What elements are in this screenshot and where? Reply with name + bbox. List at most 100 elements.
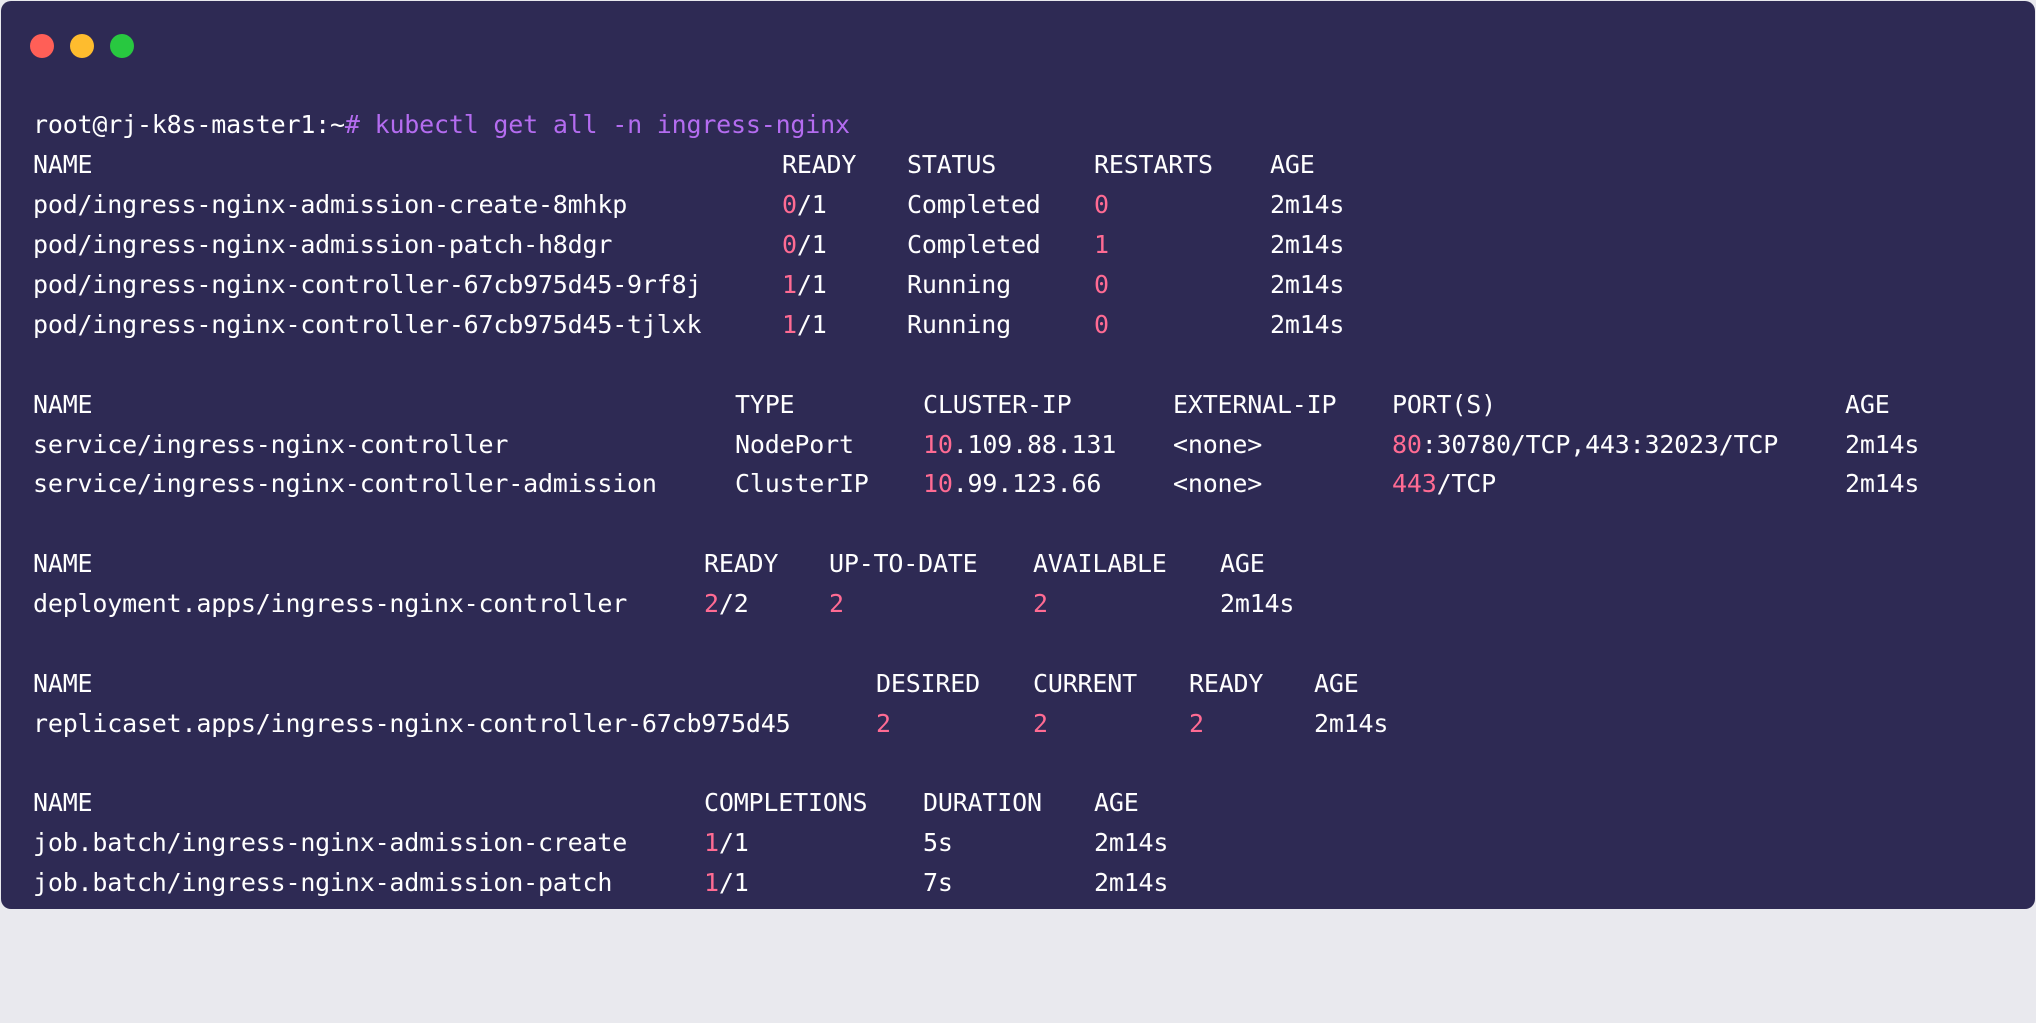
- service-type-text: ClusterIP: [735, 469, 869, 498]
- terminal-output: root@rj-k8s-master1:~# kubectl get all -…: [33, 105, 1919, 917]
- replicaset-ready-highlight: 2: [1189, 709, 1204, 738]
- job-completions-text: /1: [718, 828, 749, 857]
- col-header: AGE: [1094, 788, 1139, 817]
- job-name: job.batch/ingress-nginx-admission-create: [33, 823, 627, 863]
- job-age: 2m14s: [1094, 823, 1168, 863]
- col-header: NAME: [33, 669, 93, 698]
- pod-ready: 1/1: [782, 305, 827, 345]
- pod-status-text: Completed: [907, 230, 1041, 259]
- col-header: DURATION: [923, 788, 1042, 817]
- service-cluster-ip-highlight: 10: [923, 469, 953, 498]
- pod-ready-text: /1: [796, 190, 827, 219]
- pod-status-text: Completed: [907, 190, 1041, 219]
- deployment-available-highlight: 2: [1033, 589, 1048, 618]
- pod-name: pod/ingress-nginx-admission-patch-h8dgr: [33, 225, 612, 265]
- close-button[interactable]: [30, 34, 54, 58]
- job-completions-highlight: 1: [704, 828, 719, 857]
- service-age-text: 2m14s: [1845, 430, 1920, 459]
- col-header: TYPE: [735, 390, 795, 419]
- deployment-available: 2: [1033, 584, 1048, 624]
- col-header: RESTARTS: [1094, 150, 1213, 179]
- pod-ready: 1/1: [782, 265, 827, 305]
- col-header: DESIRED: [876, 669, 980, 698]
- job-age-text: 2m14s: [1094, 828, 1169, 857]
- pod-name-text: pod/ingress-nginx-admission-create-8mhkp: [33, 190, 628, 219]
- job-age-text: 2m14s: [1094, 868, 1169, 897]
- deployment-age: 2m14s: [1220, 584, 1294, 624]
- pod-restarts: 0: [1094, 265, 1109, 305]
- job-name: job.batch/ingress-nginx-admission-patch: [33, 863, 612, 903]
- service-name-text: service/ingress-nginx-controller-admissi…: [33, 469, 657, 498]
- pod-restarts: 0: [1094, 305, 1109, 345]
- job-completions-highlight: 1: [704, 868, 719, 897]
- pod-restarts: 1: [1094, 225, 1109, 265]
- prompt-symbol: #: [344, 110, 360, 139]
- service-external-ip-text: <none>: [1173, 430, 1263, 459]
- command-text: kubectl get all -n ingress-nginx: [359, 110, 850, 139]
- service-age-text: 2m14s: [1845, 469, 1920, 498]
- job-age: 2m14s: [1094, 863, 1168, 903]
- pod-name-text: pod/ingress-nginx-controller-67cb975d45-…: [33, 270, 702, 299]
- pod-status: Running: [907, 305, 1011, 345]
- col-header: NAME: [33, 549, 93, 578]
- minimize-button[interactable]: [70, 34, 94, 58]
- pod-restarts: 0: [1094, 185, 1109, 225]
- job-completions-text: /1: [718, 868, 749, 897]
- deployment-ready-text: /2: [718, 589, 749, 618]
- job-duration-text: 5s: [923, 828, 953, 857]
- service-cluster-ip-highlight: 10: [923, 430, 953, 459]
- pods-header: NAME READY STATUS RESTARTS AGE: [33, 145, 1315, 185]
- service-type-text: NodePort: [735, 430, 854, 459]
- replicaset-ready: 2: [1189, 704, 1204, 744]
- deployment-name: deployment.apps/ingress-nginx-controller: [33, 584, 627, 624]
- service-cluster-ip-text: .99.123.66: [952, 469, 1102, 498]
- pod-age: 2m14s: [1270, 225, 1344, 265]
- service-external-ip: <none>: [1173, 425, 1262, 465]
- replicaset-age: 2m14s: [1314, 704, 1388, 744]
- prompt-user-host: root@rj-k8s-master1:~: [33, 110, 345, 139]
- pod-age: 2m14s: [1270, 185, 1344, 225]
- service-type: NodePort: [735, 425, 854, 465]
- job-name-text: job.batch/ingress-nginx-admission-patch: [33, 868, 613, 897]
- maximize-button[interactable]: [110, 34, 134, 58]
- pod-restarts-highlight: 1: [1094, 230, 1109, 259]
- col-header: CURRENT: [1033, 669, 1137, 698]
- pod-ready-highlight: 0: [782, 230, 797, 259]
- col-header: STATUS: [907, 150, 997, 179]
- col-header: READY: [1189, 669, 1264, 698]
- replicaset-name: replicaset.apps/ingress-nginx-controller…: [33, 704, 791, 744]
- pod-age-text: 2m14s: [1270, 270, 1345, 299]
- pod-restarts-highlight: 0: [1094, 310, 1109, 339]
- col-header: AGE: [1845, 390, 1890, 419]
- pod-name: pod/ingress-nginx-controller-67cb975d45-…: [33, 305, 702, 345]
- col-header: AGE: [1220, 549, 1265, 578]
- col-header: UP-TO-DATE: [829, 549, 978, 578]
- pod-ready-highlight: 1: [782, 270, 797, 299]
- pod-ready-text: /1: [796, 270, 827, 299]
- pod-status: Completed: [907, 185, 1041, 225]
- deployment-name-text: deployment.apps/ingress-nginx-controller: [33, 589, 628, 618]
- deployments-header: NAME READY UP-TO-DATE AVAILABLE AGE: [33, 544, 1265, 584]
- window-controls: [30, 34, 134, 58]
- service-ports-text: /TCP: [1436, 469, 1497, 498]
- col-header: AVAILABLE: [1033, 549, 1167, 578]
- service-name: service/ingress-nginx-controller-admissi…: [33, 464, 657, 504]
- service-external-ip-text: <none>: [1173, 469, 1263, 498]
- col-header: COMPLETIONS: [704, 788, 868, 817]
- pod-age: 2m14s: [1270, 305, 1344, 345]
- col-header: EXTERNAL-IP: [1173, 390, 1337, 419]
- pod-ready: 0/1: [782, 225, 827, 265]
- deployment-age-text: 2m14s: [1220, 589, 1295, 618]
- deployment-ready-highlight: 2: [704, 589, 719, 618]
- service-cluster-ip: 10.99.123.66: [923, 464, 1101, 504]
- deployment-ready: 2/2: [704, 584, 749, 624]
- col-header: READY: [782, 150, 857, 179]
- pod-name: pod/ingress-nginx-admission-create-8mhkp: [33, 185, 627, 225]
- job-name-text: job.batch/ingress-nginx-admission-create: [33, 828, 628, 857]
- pod-ready-highlight: 0: [782, 190, 797, 219]
- services-header: NAME TYPE CLUSTER-IP EXTERNAL-IP PORT(S)…: [33, 385, 1890, 425]
- prompt-line: root@rj-k8s-master1:~# kubectl get all -…: [33, 105, 850, 145]
- deployment-uptodate-highlight: 2: [829, 589, 844, 618]
- col-header: READY: [704, 549, 779, 578]
- pod-ready: 0/1: [782, 185, 827, 225]
